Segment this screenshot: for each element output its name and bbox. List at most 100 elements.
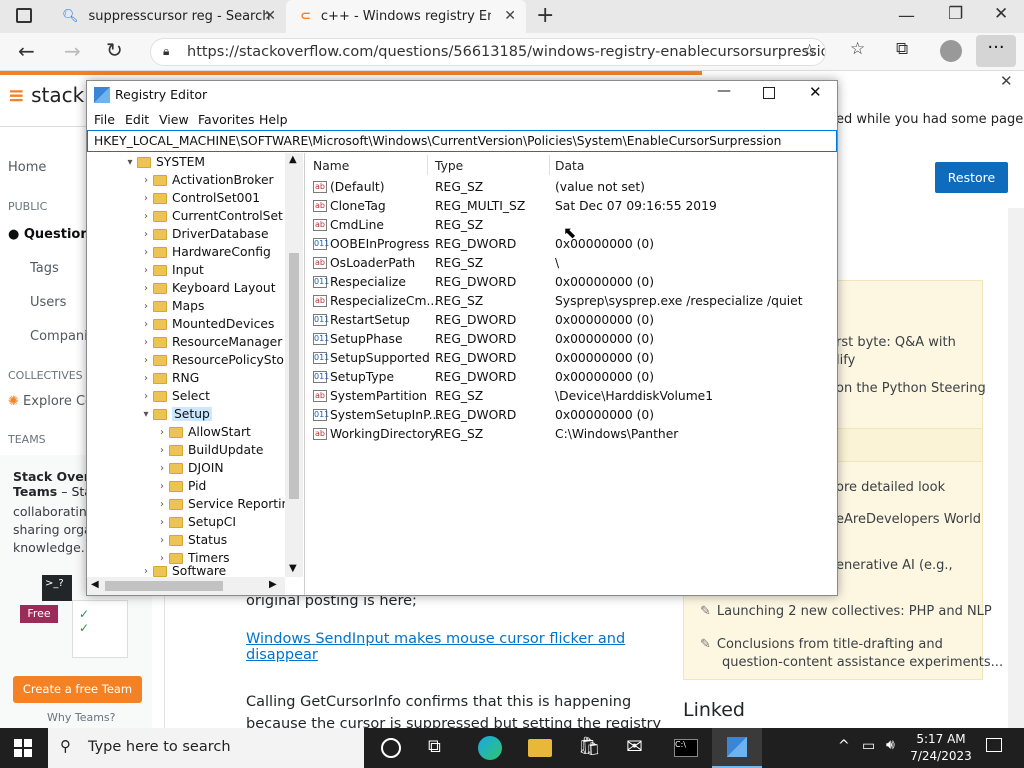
column-divider[interactable] [549,155,550,175]
refresh-icon[interactable]: ↻ [106,38,123,62]
tree-node[interactable]: › AllowStart [155,423,251,441]
related-question-link[interactable]: Windows SendInput makes mouse cursor fli… [246,631,625,663]
scroll-up-icon[interactable]: ▲ [289,154,297,165]
chevron-right-icon[interactable]: › [139,283,153,294]
command-prompt-icon[interactable]: C:\ [674,739,698,757]
value-row[interactable]: ab OsLoaderPath REG_SZ \ [307,254,837,273]
tree-node-system[interactable]: ▾ SYSTEM [123,153,205,171]
menu-edit[interactable]: Edit [125,112,149,127]
menu-favorites[interactable]: Favorites [198,112,254,127]
chevron-right-icon[interactable]: › [139,319,153,330]
tree-node[interactable]: › ResourcePolicyStore [139,351,296,369]
registry-path-field[interactable]: HKEY_LOCAL_MACHINE\SOFTWARE\Microsoft\Wi… [87,130,837,152]
value-row[interactable]: 011 SetupSupported REG_DWORD 0x00000000 (0) [307,349,837,368]
menu-help[interactable]: Help [259,112,288,127]
column-divider[interactable] [427,155,428,175]
restore-browser-icon[interactable]: ❐ [948,4,963,24]
forward-icon[interactable]: → [64,39,81,63]
scroll-thumb[interactable] [105,581,223,591]
chevron-right-icon[interactable]: › [139,566,153,577]
chevron-right-icon[interactable]: › [155,535,169,546]
task-switch-icon[interactable]: ⧉ [428,736,452,760]
why-teams-link[interactable]: Why Teams? [47,711,116,724]
sidebar-item-4[interactable]: eAreDevelopers World [836,512,981,527]
show-hidden-icons-icon[interactable]: ^ [838,738,850,754]
tree-horizontal-scrollbar[interactable]: ◀ ▶ [87,577,285,595]
chevron-right-icon[interactable]: › [139,247,153,258]
back-icon[interactable]: ← [18,39,35,63]
regedit-titlebar[interactable]: Registry Editor — ✕ [87,81,837,109]
notifications-icon[interactable] [986,738,1002,752]
chevron-right-icon[interactable]: › [139,211,153,222]
new-tab-icon[interactable]: + [536,3,554,28]
tree-node[interactable]: › Keyboard Layout [139,279,276,297]
scroll-down-icon[interactable]: ▼ [289,563,297,574]
value-row[interactable]: 011 Respecialize REG_DWORD 0x00000000 (0) [307,273,837,292]
tree-node[interactable]: › Service Reporting [155,495,297,513]
nav-home[interactable]: Home [8,160,46,175]
tree-vertical-scrollbar[interactable]: ▲ ▼ [285,153,303,577]
tree-node[interactable]: › MountedDevices [139,315,274,333]
tree-node[interactable]: › ResourceManager [139,333,282,351]
chevron-right-icon[interactable]: › [139,391,153,402]
taskbar-search-box[interactable]: ⚲ Type here to search [48,728,364,768]
task-view-icon[interactable] [381,738,401,758]
settings-menu-icon[interactable]: ··· [976,35,1016,67]
chevron-right-icon[interactable]: › [139,265,153,276]
store-icon[interactable]: 🛍︎ [578,736,602,760]
value-row[interactable]: 011 RestartSetup REG_DWORD 0x00000000 (0) [307,311,837,330]
nav-explore-collectives[interactable]: ✺ Explore Co [8,394,93,409]
system-clock[interactable]: 5:17 AM 7/24/2023 [910,731,972,765]
minimize-icon[interactable]: — [717,83,731,99]
close-tab-icon[interactable]: ✕ [504,8,516,24]
nav-questions[interactable]: ● Questions [8,227,97,242]
tree-node[interactable]: › BuildUpdate [155,441,263,459]
restore-button[interactable]: Restore [935,162,1008,193]
value-row[interactable]: 011 SetupType REG_DWORD 0x00000000 (0) [307,368,837,387]
sidebar-item-7[interactable]: ✎ Conclusions from title-drafting and que… [700,636,1003,672]
value-row[interactable]: ab SystemPartition REG_SZ \Device\HarddiskV… [307,387,837,406]
close-browser-icon[interactable]: ✕ [994,4,1008,24]
tree-node[interactable]: › Maps [139,297,204,315]
column-header-data[interactable]: Data [555,159,584,173]
favorites-icon[interactable]: ☆ [850,39,865,59]
tree-node[interactable]: › CurrentControlSet [139,207,283,225]
value-row[interactable]: 011 SystemSetupInP... REG_DWORD 0x00000000 … [307,406,837,425]
chevron-right-icon[interactable]: › [139,229,153,240]
tree-node[interactable]: › DriverDatabase [139,225,269,243]
chevron-right-icon[interactable]: › [155,445,169,456]
column-header-name[interactable]: Name [313,159,349,173]
tree-node[interactable]: › Input [139,261,204,279]
chevron-right-icon[interactable]: › [139,337,153,348]
volume-icon[interactable]: 🔊︎ [886,737,895,753]
edge-browser-icon[interactable] [478,736,502,760]
minimize-browser-icon[interactable]: — [898,6,915,26]
column-header-type[interactable]: Type [435,159,463,173]
url-field[interactable]: 🔒︎ https://stackoverflow.com/questions/5… [150,38,826,66]
collections-icon[interactable]: ⧉ [896,39,908,59]
tree-node[interactable]: › HardwareConfig [139,243,271,261]
file-explorer-icon[interactable] [528,739,552,757]
chevron-right-icon[interactable]: › [139,175,153,186]
chevron-right-icon[interactable]: › [155,499,169,510]
nav-tags[interactable]: Tags [30,261,59,276]
value-row[interactable]: ab WorkingDirectory REG_SZ C:\Windows\Panth… [307,425,837,444]
chevron-right-icon[interactable]: › [139,373,153,384]
close-notification-icon[interactable]: ✕ [1000,72,1013,90]
chevron-right-icon[interactable]: › [155,463,169,474]
tree-node[interactable]: › Pid [155,477,206,495]
tree-node[interactable]: › ControlSet001 [139,189,260,207]
chevron-down-icon[interactable]: ▾ [139,409,153,420]
tree-node[interactable]: › Status [155,531,227,549]
scroll-left-icon[interactable]: ◀ [91,579,99,590]
tab-stackoverflow[interactable]: ⊂ c++ - Windows registry EnableC ✕ [286,0,526,33]
chevron-right-icon[interactable]: › [155,481,169,492]
tab-actions-icon[interactable] [16,8,32,23]
close-icon[interactable]: ✕ [809,83,822,101]
start-windows-icon[interactable] [14,739,32,757]
scroll-thumb[interactable] [289,253,299,499]
sidebar-item-6[interactable]: ✎ Launching 2 new collectives: PHP and NL… [700,604,992,619]
close-tab-icon[interactable]: ✕ [264,8,276,24]
tab-search[interactable]: 🔍︎ suppresscursor reg - Search ✕ [48,0,286,33]
mail-icon[interactable]: ✉ [626,734,650,758]
